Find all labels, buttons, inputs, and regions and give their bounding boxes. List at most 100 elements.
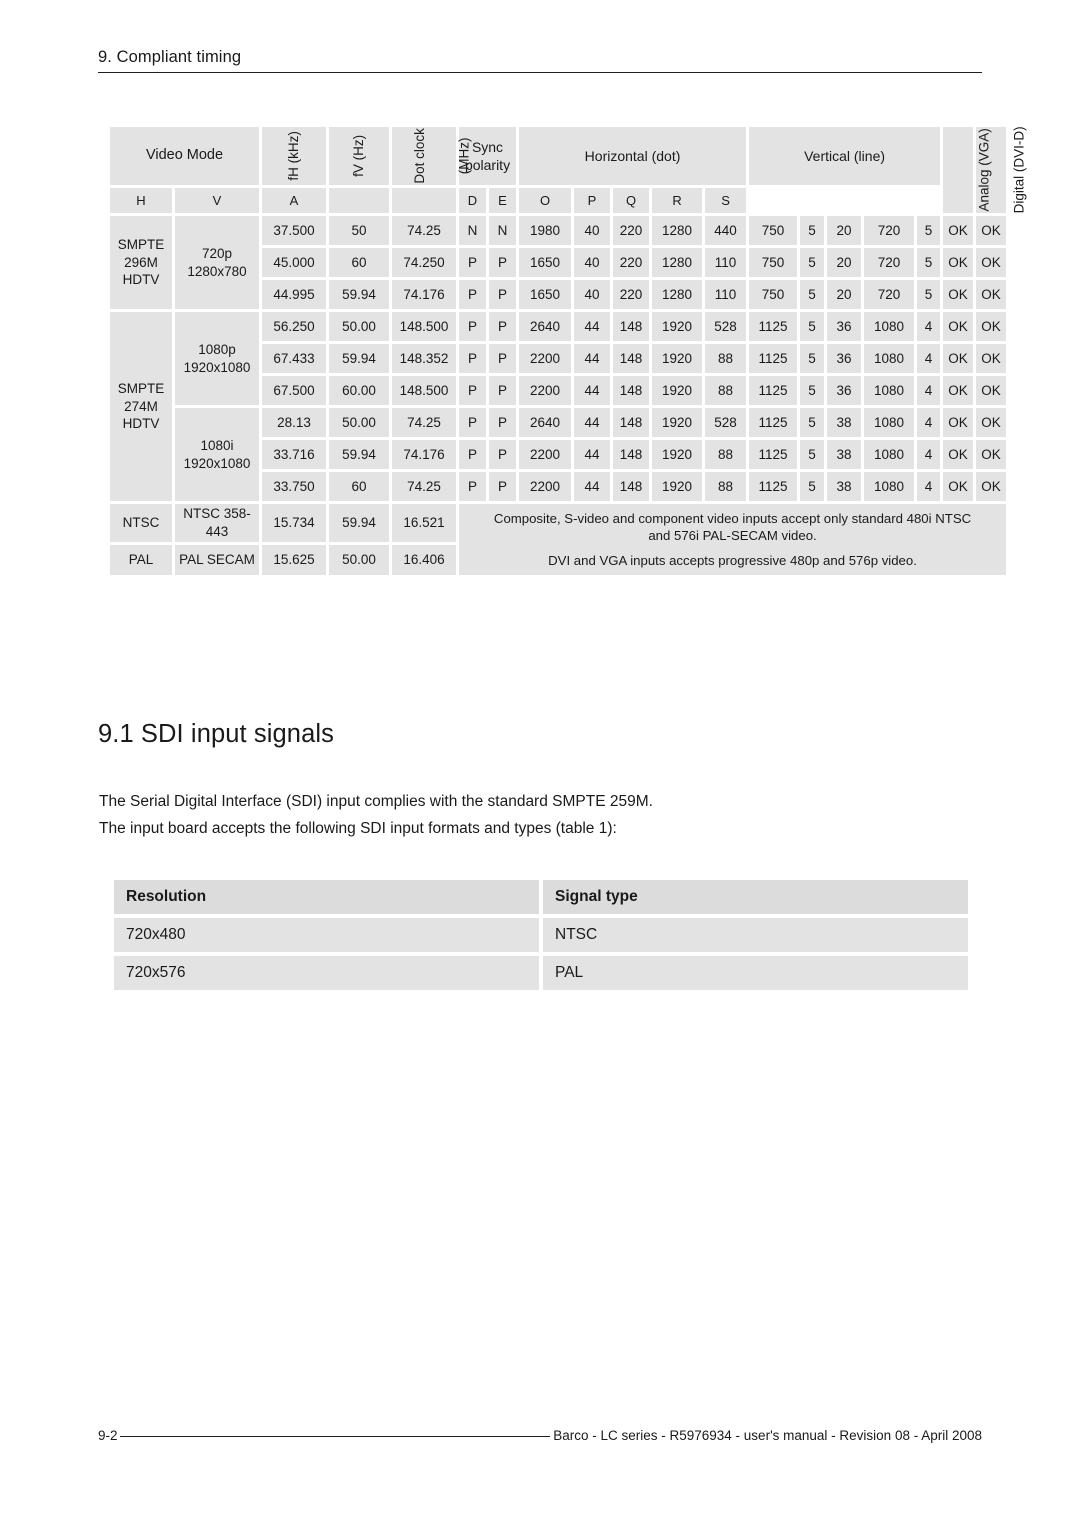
cell-b: 44 xyxy=(574,376,611,405)
cell-fv: 59.94 xyxy=(329,280,389,309)
cell-b: 44 xyxy=(574,472,611,501)
cell-fv: 60 xyxy=(329,248,389,277)
cell-resolution: 720x576 xyxy=(114,956,539,990)
cell-dvi: OK xyxy=(976,472,1007,501)
column-header-video-mode: Video Mode xyxy=(110,127,259,185)
cell-o: 1125 xyxy=(749,472,798,501)
cell-fh: 15.734 xyxy=(262,504,326,542)
cell-q: 36 xyxy=(827,312,862,341)
column-header-fv: fV (Hz) xyxy=(329,127,389,185)
cell-e: 88 xyxy=(705,376,747,405)
section-heading: 9.1 SDI input signals xyxy=(98,720,334,748)
cell-e: 440 xyxy=(705,216,747,245)
column-header-analog-vga: Analog (VGA) xyxy=(943,127,992,213)
cell-standard: NTSC xyxy=(110,504,172,542)
column-header-sub-s: S xyxy=(705,188,747,213)
cell-o: 1125 xyxy=(749,312,798,341)
cell-b: 40 xyxy=(574,280,611,309)
column-header-sub-e: E xyxy=(489,188,517,213)
cell-r: 720 xyxy=(864,248,915,277)
cell-h: P xyxy=(459,376,486,405)
column-header-signal-type: Signal type xyxy=(543,880,968,914)
cell-fh: 56.250 xyxy=(262,312,326,341)
cell-e: 88 xyxy=(705,440,747,469)
column-header-vertical-line: Vertical (line) xyxy=(749,127,941,185)
cell-q: 36 xyxy=(827,376,862,405)
cell-o: 750 xyxy=(749,216,798,245)
cell-video-mode: 720p 1280x780 xyxy=(175,216,259,309)
cell-fv: 50.00 xyxy=(329,408,389,437)
cell-v: P xyxy=(489,472,517,501)
cell-fv: 60 xyxy=(329,472,389,501)
cell-r: 1080 xyxy=(864,440,915,469)
cell-v: P xyxy=(489,408,517,437)
document-page: 9. Compliant timing Video Mode fH (kHz) fV… xyxy=(0,0,1080,1528)
cell-dot: 74.25 xyxy=(392,408,456,437)
cell-v: P xyxy=(489,248,517,277)
cell-fv: 60.00 xyxy=(329,376,389,405)
cell-signal-type: PAL xyxy=(543,956,968,990)
cell-dvi: OK xyxy=(976,248,1007,277)
cell-o: 750 xyxy=(749,280,798,309)
column-header-sub-v: V xyxy=(175,188,259,213)
cell-r: 1080 xyxy=(864,312,915,341)
cell-dot: 148.500 xyxy=(392,312,456,341)
cell-dot: 16.521 xyxy=(392,504,456,542)
paragraph-line-2: The input board accepts the following SD… xyxy=(99,819,617,837)
cell-fh: 33.750 xyxy=(262,472,326,501)
cell-vga: OK xyxy=(943,216,974,245)
cell-s: 4 xyxy=(917,440,941,469)
cell-p: 5 xyxy=(800,280,825,309)
cell-r: 1080 xyxy=(864,376,915,405)
cell-q: 36 xyxy=(827,344,862,373)
cell-d: 1280 xyxy=(652,216,703,245)
column-header-sub-o: O xyxy=(519,188,572,213)
cell-c: 148 xyxy=(613,344,650,373)
cell-p: 5 xyxy=(800,216,825,245)
cell-dot: 148.500 xyxy=(392,376,456,405)
cell-dot: 16.406 xyxy=(392,544,456,576)
cell-fh: 28.13 xyxy=(262,408,326,437)
cell-b: 44 xyxy=(574,408,611,437)
cell-d: 1920 xyxy=(652,408,703,437)
cell-v: P xyxy=(489,376,517,405)
cell-standard: SMPTE 274M HDTV xyxy=(110,312,172,501)
cell-dot: 148.352 xyxy=(392,344,456,373)
column-header-sub-r: R xyxy=(652,188,703,213)
compliant-timing-table: Video Mode fH (kHz) fV (Hz) Dot clock (MHz) S… xyxy=(107,124,1027,578)
cell-r: 720 xyxy=(864,280,915,309)
paragraph-line-1: The Serial Digital Interface (SDI) input… xyxy=(99,793,653,810)
cell-fh: 44.995 xyxy=(262,280,326,309)
cell-fh: 67.500 xyxy=(262,376,326,405)
cell-video-mode: PAL SECAM xyxy=(175,544,259,576)
cell-d: 1920 xyxy=(652,472,703,501)
table-header-row-subcolumns: HVA DEOPQRS xyxy=(110,188,1006,213)
cell-q: 20 xyxy=(827,216,862,245)
cell-fh: 37.500 xyxy=(262,216,326,245)
cell-e: 88 xyxy=(705,472,747,501)
cell-h: P xyxy=(459,408,486,437)
cell-fh: 33.716 xyxy=(262,440,326,469)
table-header-row: Resolution Signal type xyxy=(114,880,968,914)
cell-c: 220 xyxy=(613,280,650,309)
cell-d: 1920 xyxy=(652,440,703,469)
column-header-sub-d: D xyxy=(459,188,486,213)
cell-signal-type: NTSC xyxy=(543,918,968,952)
header-rule xyxy=(98,72,982,74)
cell-h: P xyxy=(459,440,486,469)
column-header-fh: fH (kHz) xyxy=(262,127,326,185)
cell-a: 1650 xyxy=(519,280,572,309)
cell-vga: OK xyxy=(943,280,974,309)
section-body: The Serial Digital Interface (SDI) input… xyxy=(99,789,959,842)
cell-o: 1125 xyxy=(749,440,798,469)
cell-c: 148 xyxy=(613,312,650,341)
footer-rule xyxy=(119,1435,551,1438)
cell-e: 88 xyxy=(705,344,747,373)
cell-dvi: OK xyxy=(976,344,1007,373)
cell-o: 750 xyxy=(749,248,798,277)
cell-a: 2200 xyxy=(519,472,572,501)
cell-d: 1920 xyxy=(652,312,703,341)
cell-resolution: 720x480 xyxy=(114,918,539,952)
cell-dvi: OK xyxy=(976,216,1007,245)
cell-vga: OK xyxy=(943,248,974,277)
